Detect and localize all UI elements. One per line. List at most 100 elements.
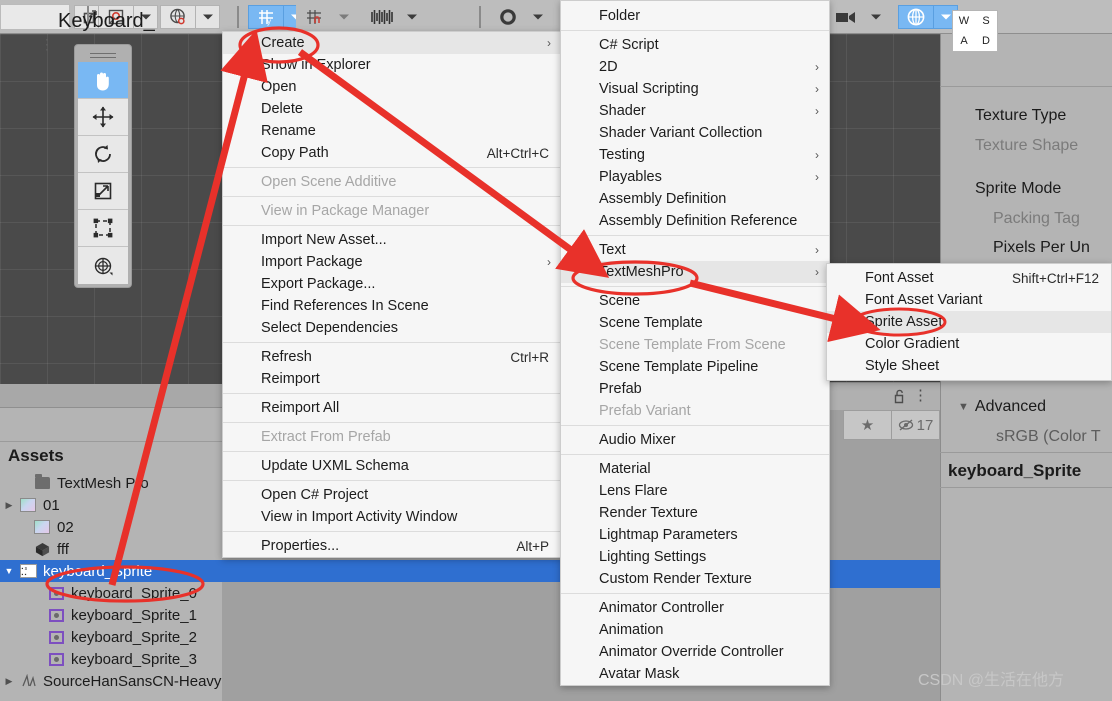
gizmo-icon[interactable] [898,5,934,29]
menu-item[interactable]: Create › [223,32,561,54]
camera-icon[interactable] [828,5,864,29]
grid-magnet-icon[interactable] [296,5,332,29]
scale-tool[interactable] [78,173,128,210]
menu-item[interactable]: Audio Mixer [561,429,829,451]
asset-context-menu[interactable]: Create › Show in Explorer Open Delete Rename C… [222,31,562,558]
watermark: CSDN @生活在他方 [918,672,1065,689]
grid-y-icon[interactable]: y [248,5,284,29]
chevron-down-icon[interactable] [864,5,888,29]
menu-item[interactable]: Refresh Ctrl+R [223,346,561,368]
menu-item[interactable]: Custom Render Texture [561,568,829,590]
chevron-down-icon[interactable] [526,5,550,29]
textmeshpro-submenu[interactable]: Font Asset Shift+Ctrl+F12 Font Asset Varia… [826,263,1112,381]
menu-item[interactable]: Shader Variant Collection [561,122,829,144]
menu-item[interactable]: Render Texture [561,502,829,524]
asset-tree-row[interactable]: 02 [0,516,222,538]
menu-item[interactable]: Font Asset Shift+Ctrl+F12 [827,267,1111,289]
palette-drag-handle[interactable] [78,48,128,62]
rotate-tool[interactable] [78,136,128,173]
menu-item-shortcut: Ctrl+R [510,349,549,365]
lock-open-icon[interactable] [892,388,906,408]
menu-item[interactable]: Sprite Asset [827,311,1111,333]
menu-item[interactable]: Import New Asset... [223,229,561,251]
globe-icon[interactable] [160,5,196,29]
menu-item[interactable]: Delete [223,98,561,120]
menu-item[interactable]: Prefab [561,378,829,400]
chevron-right-icon: › [815,265,819,279]
srgb-label: sRGB (Color T [996,428,1101,445]
project-tab-strip[interactable] [0,384,222,408]
menu-item[interactable]: Text › [561,239,829,261]
circle-icon[interactable] [490,5,526,29]
rect-transform-icon[interactable] [78,210,128,247]
asset-tree-row[interactable]: keyboard_Sprite_1 [0,604,222,626]
asset-tree-row[interactable]: fff [0,538,222,560]
menu-item[interactable]: Open C# Project [223,484,561,506]
menu-item[interactable]: Avatar Mask [561,663,829,685]
twisty-icon[interactable]: ▶ [0,500,18,511]
menu-item[interactable]: Assembly Definition [561,188,829,210]
menu-item[interactable]: Lighting Settings [561,546,829,568]
hand-tool[interactable] [78,62,128,99]
menu-item[interactable]: Font Asset Variant [827,289,1111,311]
menu-item[interactable]: 2D › [561,56,829,78]
preview-toolbar: ★ 17 [843,410,940,440]
asset-tree-row[interactable]: keyboard_Sprite_0 [0,582,222,604]
menu-item[interactable]: Show in Explorer [223,54,561,76]
create-submenu[interactable]: Folder C# Script 2D › Visual Scripting › Shade… [560,0,830,686]
menu-item-label: Avatar Mask [599,666,680,682]
menu-item[interactable]: Scene [561,290,829,312]
asset-tree-row[interactable]: keyboard_Sprite_2 [0,626,222,648]
menu-item[interactable]: Visual Scripting › [561,78,829,100]
menu-item[interactable]: Reimport All [223,397,561,419]
asset-tree-row[interactable]: keyboard_Sprite_3 [0,648,222,670]
menu-item[interactable]: Style Sheet [827,355,1111,377]
project-toolbar[interactable] [0,408,222,442]
menu-item[interactable]: Select Dependencies [223,317,561,339]
move-tool[interactable] [78,99,128,136]
menu-item[interactable]: Animator Controller [561,597,829,619]
menu-item[interactable]: Animator Override Controller [561,641,829,663]
menu-item[interactable]: View in Import Activity Window [223,506,561,528]
menu-item[interactable]: Lightmap Parameters [561,524,829,546]
menu-item[interactable]: Scene Template Pipeline [561,356,829,378]
menu-item[interactable]: Shader › [561,100,829,122]
menu-item[interactable]: Testing › [561,144,829,166]
asset-tree-row[interactable]: ▶ SourceHanSansCN-Heavy [0,670,222,692]
star-icon[interactable]: ★ [844,411,892,439]
menu-item[interactable]: Properties... Alt+P [223,535,561,557]
menu-item[interactable]: Reimport [223,368,561,390]
kebab-menu-icon[interactable]: ⋮ [40,36,54,53]
menu-item[interactable]: Color Gradient [827,333,1111,355]
layers-icon[interactable] [364,5,400,29]
menu-item[interactable]: Folder [561,5,829,27]
chevron-down-icon[interactable] [400,5,424,29]
twisty-icon[interactable]: ▶ [0,676,18,687]
asset-tree-row[interactable]: TextMesh Pro [0,472,222,494]
menu-item[interactable]: C# Script [561,34,829,56]
menu-item[interactable]: Import Package › [223,251,561,273]
menu-separator [223,422,561,423]
menu-item[interactable]: Scene Template [561,312,829,334]
menu-separator [561,425,829,426]
menu-item[interactable]: Update UXML Schema [223,455,561,477]
menu-item[interactable]: Copy Path Alt+Ctrl+C [223,142,561,164]
eye-off-count[interactable]: 17 [892,411,939,439]
chevron-down-icon[interactable] [196,5,220,29]
menu-item[interactable]: Export Package... [223,273,561,295]
twisty-icon[interactable]: ▼ [0,566,18,576]
menu-item[interactable]: Playables › [561,166,829,188]
asset-tree-row[interactable]: ▶ 01 [0,494,222,516]
transform-tool[interactable] [78,247,128,284]
chevron-down-icon[interactable] [332,5,356,29]
menu-item[interactable]: Material [561,458,829,480]
menu-item[interactable]: TextMeshPro › [561,261,829,283]
menu-item[interactable]: Lens Flare [561,480,829,502]
menu-item[interactable]: Rename [223,120,561,142]
advanced-foldout[interactable]: ▼ Advanced [958,398,1046,416]
menu-item[interactable]: Find References In Scene [223,295,561,317]
menu-item[interactable]: Assembly Definition Reference [561,210,829,232]
kebab-menu-icon[interactable]: ⋮ [913,386,928,404]
menu-item[interactable]: Open [223,76,561,98]
menu-item[interactable]: Animation [561,619,829,641]
